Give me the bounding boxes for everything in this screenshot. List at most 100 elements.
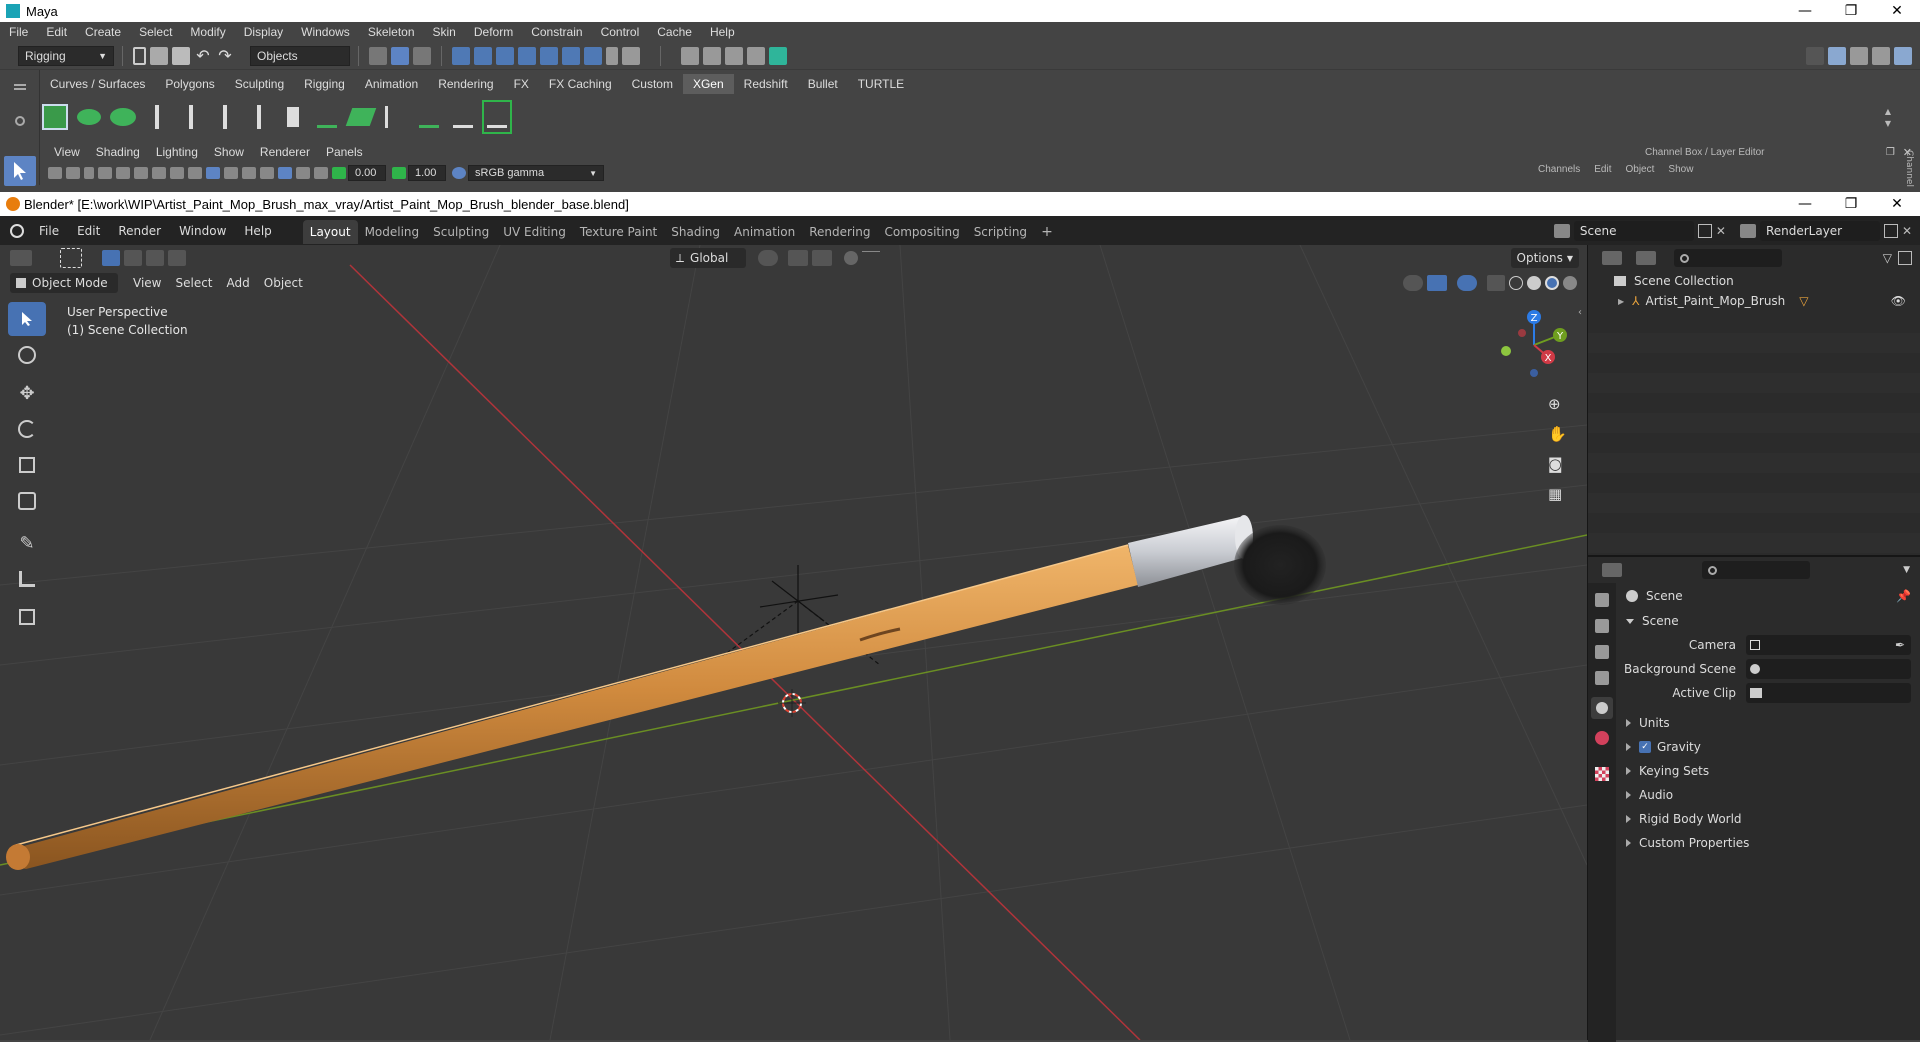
blender-menu-icon[interactable]	[10, 223, 24, 238]
undo-icon[interactable]: ↶	[194, 46, 212, 65]
gear-icon[interactable]	[14, 116, 25, 126]
blender-menu-help[interactable]: Help	[235, 224, 280, 238]
select-mode-subtract-icon[interactable]	[146, 250, 164, 266]
vp-menu-add[interactable]: Add	[220, 276, 257, 290]
shelf-tab-animation[interactable]: Animation	[355, 74, 428, 94]
select-mode-new-icon[interactable]	[102, 250, 120, 266]
tab-rendering[interactable]: Rendering	[802, 220, 877, 244]
blender-restore-icon[interactable]: ❐	[1828, 193, 1874, 215]
editor-type-icon[interactable]	[10, 250, 32, 266]
shelf-tab-rendering[interactable]: Rendering	[428, 74, 503, 94]
outliner-scene-collection[interactable]: Scene Collection	[1588, 271, 1920, 291]
wireframe-shading-icon[interactable]	[1509, 276, 1523, 290]
mode-dropdown[interactable]: Object Mode	[10, 273, 118, 293]
rigid-body-world-panel-header[interactable]: Rigid Body World	[1616, 807, 1920, 831]
xgen-sculpt-guide-icon[interactable]	[210, 100, 240, 134]
menu-icon[interactable]	[13, 84, 26, 90]
tab-layout[interactable]: Layout	[302, 220, 358, 244]
annotate-tool-icon[interactable]: ✎	[8, 526, 46, 560]
wireframe-icon[interactable]	[206, 167, 220, 179]
vp-menu-view[interactable]: View	[126, 276, 168, 290]
maya-menu-windows[interactable]: Windows	[292, 25, 359, 39]
shelf-scroll[interactable]: ▲ ▼	[1885, 107, 1891, 128]
attribute-editor-icon[interactable]	[1850, 46, 1868, 65]
overlay-toggle-icon[interactable]	[1457, 275, 1477, 291]
shelf-tab-custom[interactable]: Custom	[622, 74, 683, 94]
shelf-tab-polygons[interactable]: Polygons	[155, 74, 224, 94]
remove-layer-icon[interactable]: ✕	[1902, 224, 1912, 238]
blender-menu-window[interactable]: Window	[170, 224, 235, 238]
filter-icon[interactable]: ▽	[1883, 251, 1892, 265]
add-cube-tool-icon[interactable]	[8, 600, 46, 634]
shelf-tab-fx[interactable]: FX	[504, 74, 539, 94]
scene-icon[interactable]	[1553, 223, 1570, 238]
xgen-layers-icon[interactable]	[345, 100, 377, 134]
units-panel-header[interactable]: Units	[1616, 711, 1920, 735]
select-hierarchy-icon[interactable]	[369, 46, 387, 65]
image-plane-icon[interactable]	[98, 167, 112, 179]
tab-compositing[interactable]: Compositing	[877, 220, 966, 244]
pan-hand-icon[interactable]: ✋	[1548, 425, 1567, 443]
tab-uv-editing[interactable]: UV Editing	[496, 220, 573, 244]
transform-tool-icon[interactable]	[8, 484, 46, 518]
xgen-lock-guide-icon[interactable]	[278, 100, 308, 134]
shelf-tab-fx-caching[interactable]: FX Caching	[539, 74, 622, 94]
xgen-hair-icon[interactable]	[380, 100, 410, 134]
channel-side-tab[interactable]: Channel	[1904, 150, 1914, 187]
hypershade-icon[interactable]	[769, 46, 787, 65]
maya-menu-select[interactable]: Select	[130, 25, 181, 39]
maya-objects-field[interactable]: Objects	[250, 45, 350, 66]
3d-cursor[interactable]	[778, 689, 806, 717]
shelf-tab-bullet[interactable]: Bullet	[798, 74, 848, 94]
maya-view-menu-view[interactable]: View	[46, 145, 88, 159]
gizmo-toggle-icon[interactable]	[1427, 275, 1447, 291]
channel-box-icon[interactable]	[1894, 46, 1912, 65]
custom-properties-panel-header[interactable]: Custom Properties	[1616, 831, 1920, 855]
material-shading-icon[interactable]	[1545, 276, 1559, 290]
render-layer-selector[interactable]: RenderLayer	[1759, 220, 1880, 241]
safe-action-icon[interactable]	[188, 167, 202, 179]
gravity-panel-header[interactable]: ✓ Gravity	[1616, 735, 1920, 759]
options-dropdown[interactable]: Options ▼	[1510, 248, 1579, 268]
keying-sets-panel-header[interactable]: Keying Sets	[1616, 759, 1920, 783]
mop-brush-object[interactable]	[6, 515, 1326, 870]
proportional-editing-icon[interactable]	[844, 251, 858, 265]
snap-magnet-icon[interactable]	[788, 250, 808, 266]
tab-modeling[interactable]: Modeling	[358, 220, 427, 244]
maya-menu-cache[interactable]: Cache	[648, 25, 701, 39]
output-tab-icon[interactable]	[1595, 645, 1609, 659]
gizmo-neg-z-handle[interactable]	[1530, 369, 1538, 377]
float-icon[interactable]: ❐	[1886, 147, 1895, 158]
background-scene-field[interactable]	[1746, 659, 1911, 679]
select-mode-intersect-icon[interactable]	[168, 250, 186, 266]
select-mode-extend-icon[interactable]	[124, 250, 142, 266]
tab-animation[interactable]: Animation	[727, 220, 802, 244]
shelf-tab-xgen[interactable]: XGen	[682, 74, 734, 94]
render-view-icon[interactable]	[703, 46, 721, 65]
shelf-tab-turtle[interactable]: TURTLE	[848, 74, 914, 94]
tab-scripting[interactable]: Scripting	[967, 220, 1034, 244]
snap-live-icon[interactable]	[562, 46, 580, 65]
chevron-down-icon[interactable]: ▼	[1885, 119, 1891, 128]
pivot-point-icon[interactable]	[758, 250, 778, 266]
viewport-scene[interactable]	[0, 245, 1587, 1040]
xgen-guide-length-icon[interactable]	[244, 100, 274, 134]
maya-menu-help[interactable]: Help	[701, 25, 744, 39]
tab-sculpting[interactable]: Sculpting	[426, 220, 496, 244]
tab-texture-paint[interactable]: Texture Paint	[573, 220, 664, 244]
snap-target-icon[interactable]	[812, 250, 832, 266]
tool-settings-icon[interactable]	[1872, 46, 1890, 65]
render-layer-icon[interactable]	[1739, 223, 1756, 238]
chevron-down-icon[interactable]: ▼	[1903, 565, 1910, 575]
xgen-place-guide-icon[interactable]	[142, 100, 172, 134]
render-settings-icon[interactable]	[747, 46, 765, 65]
lock-icon[interactable]	[606, 46, 618, 65]
select-object-icon[interactable]	[391, 46, 409, 65]
layout-outliner-icon[interactable]	[1828, 46, 1846, 65]
xgen-eye-icon[interactable]	[74, 100, 104, 134]
gizmo-neg-y-handle[interactable]	[1501, 346, 1511, 356]
rotate-tool-icon[interactable]	[8, 412, 46, 446]
3d-viewport[interactable]: ⟂ Global Options ▼ Object Mode View Sele…	[0, 245, 1587, 1040]
scene-panel-header[interactable]: Scene	[1616, 609, 1920, 633]
properties-editor-icon[interactable]	[1602, 563, 1622, 577]
